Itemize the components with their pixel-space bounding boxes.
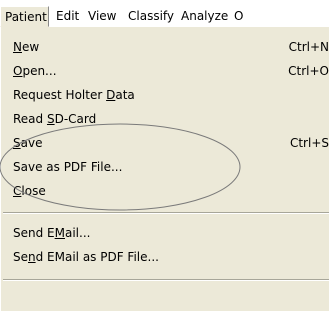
menu-item-label: Request Holter Data <box>13 88 135 102</box>
menu-item-send-email-as-pdf[interactable]: Send EMail as PDF File... <box>1 245 329 269</box>
menu-item-label: Open... <box>13 64 57 78</box>
menu-item-label: Save <box>13 136 43 150</box>
menu-item-send-email[interactable]: Send EMail... <box>1 221 329 245</box>
menu-item-shortcut: Ctrl+O <box>288 64 329 78</box>
menu-item-new[interactable]: New Ctrl+N <box>1 35 329 59</box>
menu-item-close[interactable]: Close <box>1 179 329 203</box>
menu-item-label: Read SD-Card <box>13 112 97 126</box>
menu-edit[interactable]: Edit <box>56 6 79 27</box>
menu-separator <box>3 279 329 281</box>
menu-item-label: Save as PDF File... <box>13 160 123 174</box>
menu-separator <box>3 212 329 214</box>
menu-item-label: Send EMail as PDF File... <box>13 250 159 264</box>
menu-item-label: Close <box>13 184 46 198</box>
menu-item-save-as-pdf[interactable]: Save as PDF File... <box>1 155 329 179</box>
menu-bar: Patient Edit View Classify Analyze O <box>0 0 329 29</box>
menu-item-open[interactable]: Open... Ctrl+O <box>1 59 329 83</box>
menu-view[interactable]: View <box>88 6 116 27</box>
menu-item-shortcut: Ctrl+N <box>288 40 329 54</box>
menu-item-save[interactable]: Save Ctrl+S <box>1 131 329 155</box>
menu-item-request-holter-data[interactable]: Request Holter Data <box>1 83 329 107</box>
menu-item-shortcut: Ctrl+S <box>289 136 329 150</box>
menu-analyze[interactable]: Analyze <box>181 6 228 27</box>
menu-item-read-sd-card[interactable]: Read SD-Card <box>1 107 329 131</box>
menu-item-label: New <box>13 40 40 54</box>
menu-classify[interactable]: Classify <box>128 6 174 27</box>
menu-item-label: Send EMail... <box>13 226 91 240</box>
menu-options-partial[interactable]: O <box>234 6 243 27</box>
menu-patient[interactable]: Patient <box>0 6 49 27</box>
patient-dropdown-menu: New Ctrl+N Open... Ctrl+O Request Holter… <box>0 27 329 311</box>
